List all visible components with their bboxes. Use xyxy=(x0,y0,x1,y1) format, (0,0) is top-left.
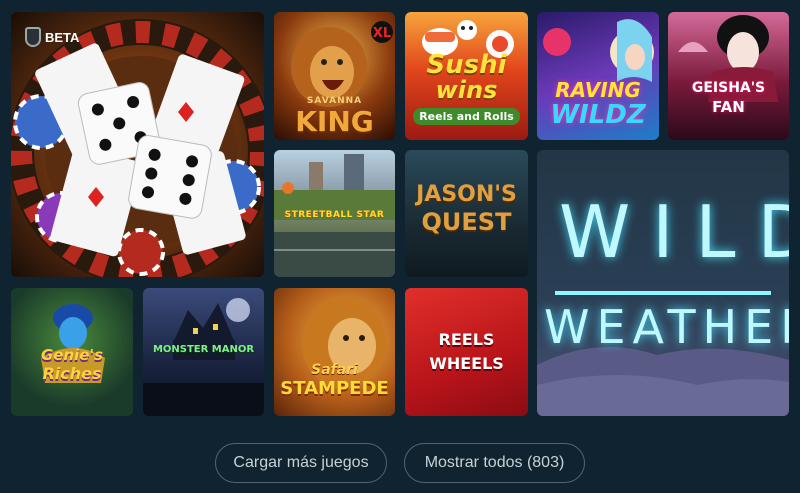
game-subtitle: Reels and Rolls xyxy=(413,108,520,125)
game-tile-savanna-king[interactable]: XL SAVANNA KING xyxy=(274,12,395,140)
game-title: STREETBALL STAR xyxy=(284,210,385,220)
game-title-line2: FAN xyxy=(712,98,745,116)
game-title: MONSTER MANOR xyxy=(152,344,255,355)
game-tile-genies-riches[interactable]: Genie's Riches xyxy=(11,288,133,416)
show-all-button[interactable]: Mostrar todos (803) xyxy=(404,443,585,483)
game-title-line1: WILD xyxy=(559,190,789,274)
roulette-artwork xyxy=(11,12,264,277)
game-tile-wild-weather[interactable]: WILD WEATHER xyxy=(537,150,789,416)
game-title-line1: Safari xyxy=(311,362,358,378)
game-tile-streetball-star[interactable]: STREETBALL STAR xyxy=(274,150,395,277)
game-tile-monster-manor[interactable]: MONSTER MANOR xyxy=(143,288,264,416)
game-title-line2: KING xyxy=(295,105,374,138)
game-tile-roulette[interactable]: BETA xyxy=(11,12,264,277)
beta-label: BETA xyxy=(45,29,80,45)
svg-text:XL: XL xyxy=(373,26,391,41)
game-title-line2: QUEST xyxy=(421,208,512,236)
game-title-line2: WHEELS xyxy=(429,354,504,373)
game-title-line1: Genie's xyxy=(41,346,103,364)
load-more-button[interactable]: Cargar más juegos xyxy=(215,443,387,483)
game-title-line2: WEATHER xyxy=(544,300,789,354)
game-tile-reels-wheels[interactable]: REELS WHEELS xyxy=(405,288,528,416)
game-title-line1: RAVING xyxy=(555,78,641,102)
game-tile-raving-wildz[interactable]: RAVING WILDZ xyxy=(537,12,659,140)
game-title-line2: WILDZ xyxy=(550,100,646,130)
game-tile-sushi-wins[interactable]: Sushi wins Reels and Rolls xyxy=(405,12,528,140)
game-tile-jasons-quest[interactable]: JASON'S QUEST xyxy=(405,150,528,277)
game-title-line1: JASON'S xyxy=(416,182,517,207)
geisha-artwork xyxy=(678,15,778,102)
shield-icon xyxy=(25,27,41,47)
game-title-line2: Riches xyxy=(42,364,102,383)
game-title-line1: GEISHA'S xyxy=(691,80,766,96)
game-title-line1: REELS xyxy=(438,330,495,349)
beta-badge: BETA xyxy=(25,26,79,48)
game-tile-safari-stampede[interactable]: Safari STAMPEDE xyxy=(274,288,395,416)
game-title-line2: STAMPEDE xyxy=(280,378,389,399)
game-tile-geishas-fan[interactable]: GEISHA'S FAN xyxy=(668,12,789,140)
game-title-line2: wins xyxy=(435,76,498,104)
